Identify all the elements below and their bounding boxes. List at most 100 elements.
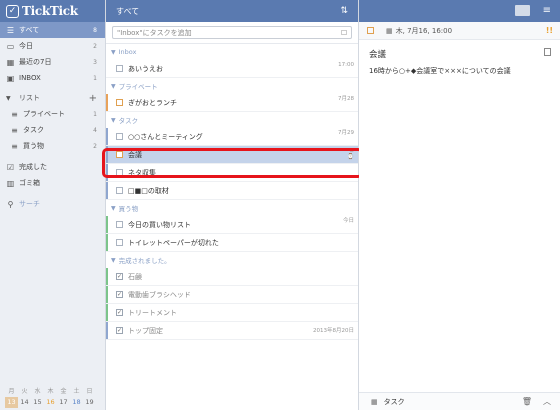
trash-icon[interactable]: 🗑 xyxy=(522,397,532,406)
section-private[interactable]: ▼ プライベート xyxy=(106,78,358,94)
nav-label: タスク xyxy=(23,126,44,134)
task-due: 7月28 xyxy=(338,96,354,102)
collapse-triangle-icon: ▼ xyxy=(111,256,116,264)
list-selector-icon[interactable]: ▦ xyxy=(371,398,378,406)
task-checkbox[interactable] xyxy=(116,133,123,140)
task-title: □■□の取材 xyxy=(128,186,169,195)
task-checkbox-checked[interactable]: ✓ xyxy=(116,327,123,334)
detail-meta-bar: ▦ 木, 7月16, 16:00 !! xyxy=(359,22,560,40)
add-task-placeholder: "Inbox"にタスクを追加 xyxy=(117,28,192,37)
list-icon: ≡ xyxy=(11,109,18,119)
note-toggle-icon[interactable] xyxy=(544,48,551,56)
nav-label: 最近の7日 xyxy=(19,58,52,66)
weekday-label: 日 xyxy=(86,388,93,395)
inbox-icon: ▣ xyxy=(6,73,15,83)
sidebar-item-shopping[interactable]: ≡ 買う物 2 xyxy=(0,138,105,154)
detail-list-name[interactable]: タスク xyxy=(384,397,405,407)
list-color-bar xyxy=(106,322,108,339)
calendar-date[interactable]: 14 xyxy=(18,397,31,408)
task-row[interactable]: あいうえお 17:00 xyxy=(106,60,358,78)
avatar[interactable] xyxy=(515,5,530,16)
collapse-triangle-icon: ▼ xyxy=(111,116,116,124)
list-color-bar xyxy=(106,268,108,285)
nav-item-trash[interactable]: ▥ ゴミ箱 xyxy=(0,175,105,191)
list-color-bar xyxy=(106,182,108,199)
detail-due-date[interactable]: 木, 7月16, 16:00 xyxy=(396,26,452,36)
calendar-date[interactable]: 18 xyxy=(70,397,83,408)
task-checkbox[interactable] xyxy=(116,151,123,158)
task-row-completed[interactable]: ✓ トップ固定 2013年8月20日 xyxy=(106,322,358,340)
menu-icon[interactable]: ≡ xyxy=(543,5,551,16)
task-checkbox[interactable] xyxy=(116,239,123,246)
detail-checkbox[interactable] xyxy=(367,27,374,34)
nav-count: 4 xyxy=(93,126,97,134)
weekday-label: 金 xyxy=(60,388,67,395)
task-completed-date: 2013年8月20日 xyxy=(313,328,354,334)
section-shopping[interactable]: ▼ 買う物 xyxy=(106,200,358,216)
nav-item-today[interactable]: ▭ 今日 2 xyxy=(0,38,105,54)
priority-flag-icon[interactable]: !! xyxy=(546,26,553,35)
nav-item-search[interactable]: ⚲ サーチ xyxy=(0,196,105,212)
task-row-completed[interactable]: ✓ 電動歯ブラシヘッド xyxy=(106,286,358,304)
calendar-icon[interactable]: ▦ xyxy=(386,27,393,35)
collapse-triangle-icon: ▼ xyxy=(111,204,116,212)
nav-label: INBOX xyxy=(19,74,41,82)
task-row[interactable]: ネタ収集 xyxy=(106,164,358,182)
add-task-input[interactable]: "Inbox"にタスクを追加 xyxy=(112,26,352,39)
task-row-selected[interactable]: 会議 ≡ ⌚ xyxy=(106,146,358,164)
task-row[interactable]: ぎがおとランチ 7月28 xyxy=(106,94,358,112)
task-due: 17:00 xyxy=(338,62,354,68)
nav-item-all[interactable]: ☰ すべて 8 xyxy=(0,22,105,38)
section-inbox[interactable]: ▼ Inbox xyxy=(106,44,358,60)
list-color-bar xyxy=(106,94,108,111)
task-checkbox-checked[interactable]: ✓ xyxy=(116,273,123,280)
task-row-completed[interactable]: ✓ トリートメント xyxy=(106,304,358,322)
section-label: 買う物 xyxy=(118,205,139,213)
task-title: あいうえお xyxy=(128,64,163,73)
task-row[interactable]: □■□の取材 xyxy=(106,182,358,200)
calendar-date[interactable]: 16 xyxy=(44,397,57,408)
sort-icon[interactable]: ⇅ xyxy=(340,6,348,16)
task-checkbox-checked[interactable]: ✓ xyxy=(116,309,123,316)
task-row[interactable]: トイレットペーパーが切れた xyxy=(106,234,358,252)
nav-item-week[interactable]: ▦ 最近の7日 3 xyxy=(0,54,105,70)
task-row-completed[interactable]: ✓ 石鹸 xyxy=(106,268,358,286)
task-checkbox[interactable] xyxy=(116,65,123,72)
calendar-today-icon: ▭ xyxy=(6,41,15,51)
nav-item-completed[interactable]: ☑ 完成した xyxy=(0,159,105,175)
task-checkbox[interactable] xyxy=(116,169,123,176)
task-checkbox[interactable] xyxy=(116,99,123,106)
calendar-date[interactable]: 17 xyxy=(57,397,70,408)
section-label: 完成されました。 xyxy=(118,257,171,265)
nav-label: サーチ xyxy=(19,200,40,208)
lists-header[interactable]: ▼ リスト + xyxy=(0,90,105,106)
task-checkbox[interactable] xyxy=(116,221,123,228)
sidebar: ✓ TickTick ☰ すべて 8 ▭ 今日 2 ▦ 最近の7日 3 ▣ IN… xyxy=(0,0,106,410)
task-row[interactable]: ○○さんとミーティング 7月29 xyxy=(106,128,358,146)
sidebar-item-tasks[interactable]: ≡ タスク 4 xyxy=(0,122,105,138)
chevron-up-icon[interactable]: ︿ xyxy=(543,396,551,407)
calendar-week-icon: ▦ xyxy=(6,57,15,67)
nav-count: 8 xyxy=(93,26,97,34)
add-list-icon[interactable]: + xyxy=(89,93,97,104)
detail-content[interactable]: 16時から○+◆会議室で×××についての会議 xyxy=(359,60,560,82)
task-row[interactable]: 今日の買い物リスト 今日 xyxy=(106,216,358,234)
calendar-date[interactable]: 19 xyxy=(83,397,96,408)
task-title: ○○さんとミーティング xyxy=(128,132,203,141)
task-title: トイレットペーパーが切れた xyxy=(128,238,219,247)
list-color-bar xyxy=(106,146,108,163)
detail-content-text: 16時から○+◆会議室で×××についての会議 xyxy=(369,67,511,75)
calendar-date-today[interactable]: 13 xyxy=(5,397,18,408)
section-tasks[interactable]: ▼ タスク xyxy=(106,112,358,128)
detail-header: ≡ xyxy=(359,0,560,22)
nav-item-inbox[interactable]: ▣ INBOX 1 xyxy=(0,70,105,86)
task-checkbox[interactable] xyxy=(116,187,123,194)
nav-label: 今日 xyxy=(19,42,33,50)
calendar-small-icon[interactable] xyxy=(341,30,347,35)
add-task-row: "Inbox"にタスクを追加 xyxy=(106,22,358,44)
task-checkbox-checked[interactable]: ✓ xyxy=(116,291,123,298)
sidebar-item-private[interactable]: ≡ プライベート 1 xyxy=(0,106,105,122)
detail-title[interactable]: 会議 xyxy=(369,50,386,60)
calendar-date[interactable]: 15 xyxy=(31,397,44,408)
section-completed[interactable]: ▼ 完成されました。 xyxy=(106,252,358,268)
